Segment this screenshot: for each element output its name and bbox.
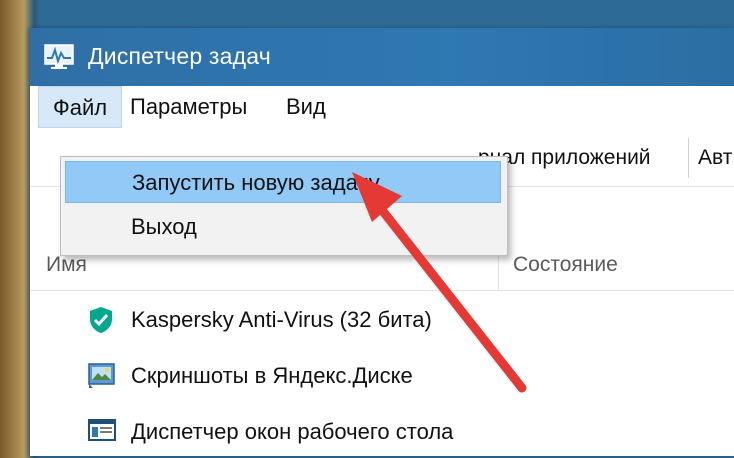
task-manager-icon (44, 44, 74, 70)
screenshot-app-icon (88, 362, 115, 388)
title-bar[interactable]: Диспетчер задач (30, 28, 734, 86)
tab-divider (688, 138, 689, 178)
column-name[interactable]: Имя (46, 253, 87, 277)
file-menu-dropdown: Запустить новую задачу Выход (60, 156, 508, 256)
process-name: Диспетчер окон рабочего стола (131, 419, 454, 444)
window-title: Диспетчер задач (88, 43, 271, 69)
menu-item-run-new-task[interactable]: Запустить новую задачу (65, 161, 501, 203)
menu-item-exit[interactable]: Выход (65, 206, 501, 248)
table-row[interactable]: Диспетчер окон рабочего стола (30, 402, 734, 458)
table-row[interactable]: Скриншоты в Яндекс.Диске (30, 346, 734, 402)
menu-bar: Файл Параметры Вид (30, 86, 734, 128)
column-status[interactable]: Состояние (513, 253, 618, 277)
table-row[interactable]: Kaspersky Anti-Virus (32 бита) (30, 290, 734, 346)
menu-view[interactable]: Вид (272, 86, 340, 128)
process-name: Kaspersky Anti-Virus (32 бита) (131, 307, 432, 332)
menu-file[interactable]: Файл (38, 86, 123, 128)
menu-parameters[interactable]: Параметры (116, 86, 261, 128)
process-name: Скриншоты в Яндекс.Диске (131, 363, 413, 388)
kaspersky-shield-icon (88, 306, 114, 333)
window-manager-icon (88, 418, 116, 444)
task-manager-window: Диспетчер задач Файл Параметры Вид рнал … (30, 28, 734, 456)
tab-startup[interactable]: Авт (698, 141, 732, 175)
